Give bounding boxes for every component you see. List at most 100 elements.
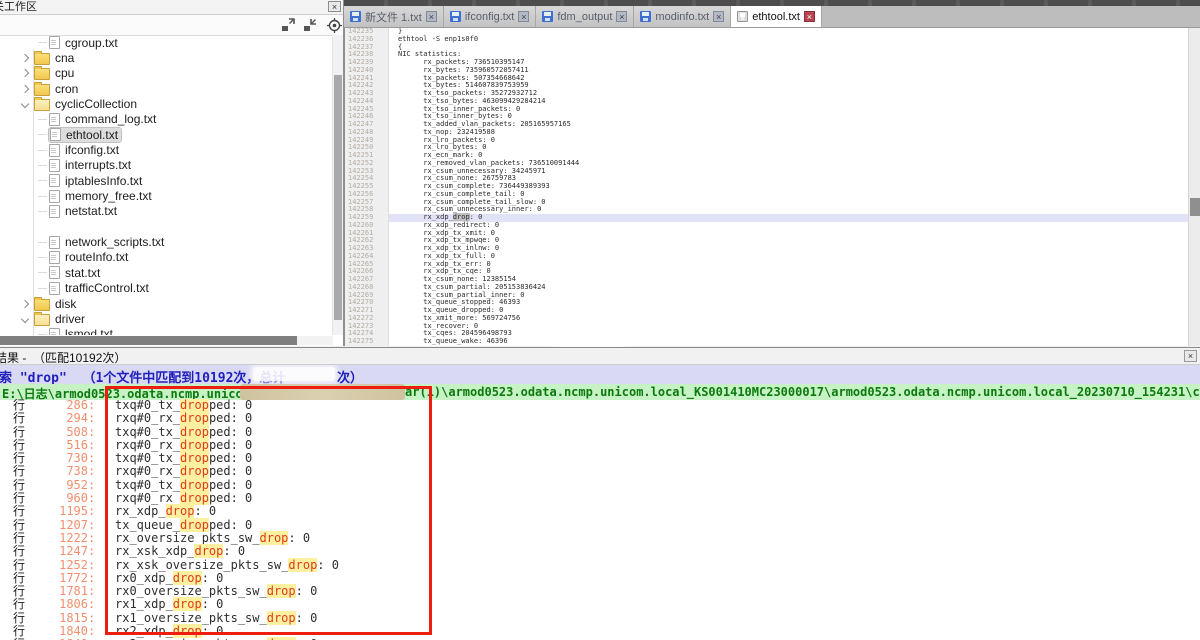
tree-item-label: ethtool.txt: [66, 128, 118, 142]
expand-all-icon[interactable]: [281, 18, 296, 33]
tree-item[interactable]: command_log.txt: [0, 112, 332, 127]
editor-tab[interactable]: ethtool.txt ×: [731, 6, 822, 27]
tab-close-icon[interactable]: ×: [804, 11, 815, 22]
result-row-label: 行: [13, 572, 25, 585]
editor-tab[interactable]: ifconfig.txt×: [444, 6, 537, 27]
result-line-number: 516: [28, 439, 88, 452]
tree-item[interactable]: cpu: [0, 66, 332, 81]
scrollbar-thumb[interactable]: [1190, 198, 1200, 216]
result-line-number: 738: [28, 465, 88, 478]
tree-vertical-scrollbar[interactable]: [332, 35, 343, 335]
result-colon: :: [88, 545, 95, 558]
tab-label: ethtool.txt: [752, 11, 800, 23]
editor-line[interactable]: 142237{: [345, 44, 1188, 52]
chevron-icon[interactable]: [21, 315, 29, 323]
file-path-suffix: ar(1)\armod0523.odata.ncmp.unicom.local_…: [405, 385, 1200, 399]
folder-icon: [34, 99, 50, 111]
editor-tab[interactable]: modinfo.txt×: [634, 6, 731, 27]
tree-item[interactable]: routeInfo.txt: [0, 250, 332, 265]
tree-item[interactable]: cron: [0, 81, 332, 96]
line-text-post: : 0: [470, 213, 483, 221]
result-line-number: 1252: [28, 559, 88, 572]
folder-icon: [34, 68, 50, 80]
tree-item-label: disk: [55, 297, 76, 311]
workspace-titlebar: 关工作区 ×: [0, 0, 343, 15]
result-colon: :: [88, 585, 95, 598]
result-line-number: 1840: [28, 625, 88, 638]
tree-item[interactable]: disk: [0, 296, 332, 311]
result-colon: :: [88, 479, 95, 492]
tree-item-label: netstat.txt: [65, 204, 117, 218]
tree-item[interactable]: interrupts.txt: [0, 158, 332, 173]
file-icon: [49, 159, 60, 172]
editor-line[interactable]: 142236ethtool -S enp1s0f0: [345, 36, 1188, 44]
tree-item-label: ifconfig.txt: [65, 143, 119, 157]
file-icon: [50, 128, 61, 141]
result-row-label: 行: [13, 479, 25, 492]
result-colon: :: [88, 598, 95, 611]
tree-item[interactable]: stat.txt: [0, 265, 332, 280]
tab-close-icon[interactable]: ×: [713, 11, 724, 22]
tree-item[interactable]: lsmod.txt: [0, 327, 332, 335]
scrollbar-thumb[interactable]: [0, 336, 297, 345]
tree-item-label: cron: [55, 82, 78, 96]
chevron-icon[interactable]: [21, 54, 29, 62]
result-colon: :: [88, 625, 95, 638]
chevron-icon[interactable]: [21, 100, 29, 108]
chevron-icon[interactable]: [21, 84, 29, 92]
tree-item-label: routeInfo.txt: [65, 250, 128, 264]
tree-item[interactable]: netstat.txt: [0, 204, 332, 219]
tab-close-icon[interactable]: ×: [518, 11, 529, 22]
tree-item[interactable]: cgroup.txt: [0, 35, 332, 50]
save-icon: [640, 11, 651, 22]
line-number: 142275: [345, 338, 389, 346]
tree-item-label: network_scripts.txt: [65, 235, 164, 249]
search-summary-text: 搜索 "drop" （1个文件中匹配到10192次，总计: [0, 367, 293, 384]
search-summary-row[interactable]: 搜索 "drop" （1个文件中匹配到10192次，总计 次）: [0, 365, 1200, 384]
chevron-icon[interactable]: [21, 69, 29, 77]
tree-item[interactable]: cyclicCollection: [0, 96, 332, 111]
tree-item-label: command_log.txt: [65, 112, 156, 126]
tree-guide-dash: [38, 334, 47, 335]
editor-vertical-scrollbar[interactable]: [1188, 28, 1200, 346]
file-icon: [49, 251, 60, 264]
code-editor[interactable]: 142235}142236ethtool -S enp1s0f0142237{1…: [344, 28, 1188, 346]
tree-item-body: routeInfo.txt: [49, 250, 128, 264]
tree-item-label: cna: [55, 51, 74, 65]
tree-item[interactable]: memory_free.txt: [0, 188, 332, 203]
chevron-icon[interactable]: [21, 299, 29, 307]
result-row-label: 行: [13, 426, 25, 439]
tree-item[interactable]: trafficControl.txt: [0, 281, 332, 296]
result-colon: :: [88, 505, 95, 518]
collapse-all-icon[interactable]: [303, 18, 318, 33]
tree-item[interactable]: network_scripts.txt: [0, 234, 332, 249]
tree-item-body: network_scripts.txt: [49, 235, 164, 249]
editor-line[interactable]: 142275 tx_queue_wake: 46396: [345, 338, 1188, 346]
tree-item[interactable]: ifconfig.txt: [0, 142, 332, 157]
scrollbar-thumb[interactable]: [334, 75, 342, 320]
editor-tab[interactable]: 新文件 1.txt×: [344, 6, 444, 27]
tree-item[interactable]: ethtool.txt: [0, 127, 332, 142]
result-colon: :: [88, 572, 95, 585]
tree-item-body: cgroup.txt: [49, 36, 118, 50]
result-row-label: 行: [13, 399, 25, 412]
tree-guide-dash: [38, 288, 47, 289]
selected-match: drop: [453, 213, 470, 221]
result-colon: :: [88, 559, 95, 572]
tab-close-icon[interactable]: ×: [426, 11, 437, 22]
tree-item[interactable]: iptablesInfo.txt: [0, 173, 332, 188]
tree-horizontal-scrollbar[interactable]: [0, 336, 333, 345]
close-icon[interactable]: ×: [328, 1, 341, 12]
tab-close-icon[interactable]: ×: [616, 11, 627, 22]
tree-item[interactable]: driver: [0, 311, 332, 326]
tree-item-label: cgroup.txt: [65, 36, 118, 50]
result-colon: :: [88, 532, 95, 545]
tree-guide-dash: [38, 134, 47, 135]
redaction-blur: [253, 367, 335, 381]
tree-item[interactable]: cna: [0, 50, 332, 65]
result-line-number: 286: [28, 399, 88, 412]
file-icon: [49, 174, 60, 187]
locate-file-icon[interactable]: [327, 18, 342, 33]
close-icon[interactable]: ×: [1184, 350, 1197, 362]
editor-tab[interactable]: fdm_output×: [536, 6, 634, 27]
